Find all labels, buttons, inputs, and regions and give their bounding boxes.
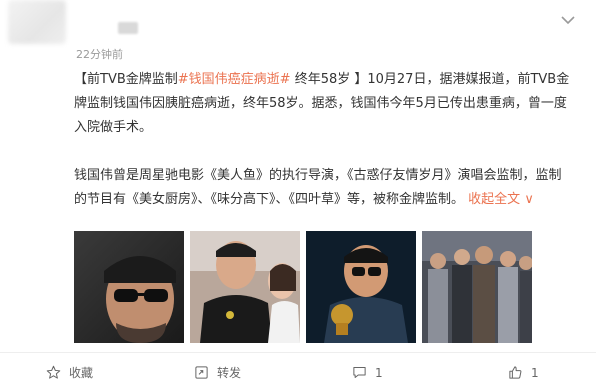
comment-button[interactable]: 1	[352, 353, 383, 392]
post-title-prefix: 【前TVB金牌监制	[74, 72, 178, 87]
avatar[interactable]	[8, 0, 66, 44]
favorite-label: 收藏	[69, 366, 94, 380]
chevron-down-icon[interactable]	[560, 14, 576, 26]
comment-icon	[353, 367, 366, 378]
collapse-text-link[interactable]: 收起全文 ∨	[468, 192, 534, 207]
photo-holding-trophy[interactable]	[306, 231, 416, 343]
repost-button[interactable]: 转发	[194, 353, 241, 392]
photo-grid	[74, 231, 534, 343]
post-paragraph-2: 钱国伟曾是周星驰电影《美人鱼》的执行导演，《古惑仔友情岁月》演唱会监制，监制的节…	[74, 164, 574, 212]
like-count: 1	[531, 365, 539, 380]
like-button[interactable]: 1	[508, 353, 539, 392]
post-header: 22分钟前	[0, 0, 596, 66]
chevron-up-icon: ∨	[524, 192, 534, 207]
star-icon	[46, 365, 61, 379]
repost-label: 转发	[217, 366, 242, 380]
favorite-button[interactable]: 收藏	[46, 353, 93, 392]
photo-portrait-glasses[interactable]	[74, 231, 184, 343]
action-bar: 收藏 转发 1 1	[0, 353, 596, 392]
thumbs-up-icon	[509, 366, 522, 379]
user-name-blurred[interactable]	[118, 22, 138, 34]
post-paragraph-1: 【前TVB金牌监制#钱国伟癌症病逝# 终年58岁 】10月27日，据港媒报道，前…	[74, 68, 574, 140]
repost-icon	[195, 366, 208, 379]
post-text: 【前TVB金牌监制#钱国伟癌症病逝# 终年58岁 】10月27日，据港媒报道，前…	[74, 68, 574, 212]
photo-event-couple[interactable]	[190, 231, 300, 343]
hashtag-link[interactable]: #钱国伟癌症病逝#	[178, 72, 291, 87]
photo-group-stage[interactable]	[422, 231, 532, 343]
post-time: 22分钟前	[76, 48, 123, 61]
comment-count: 1	[375, 365, 383, 380]
